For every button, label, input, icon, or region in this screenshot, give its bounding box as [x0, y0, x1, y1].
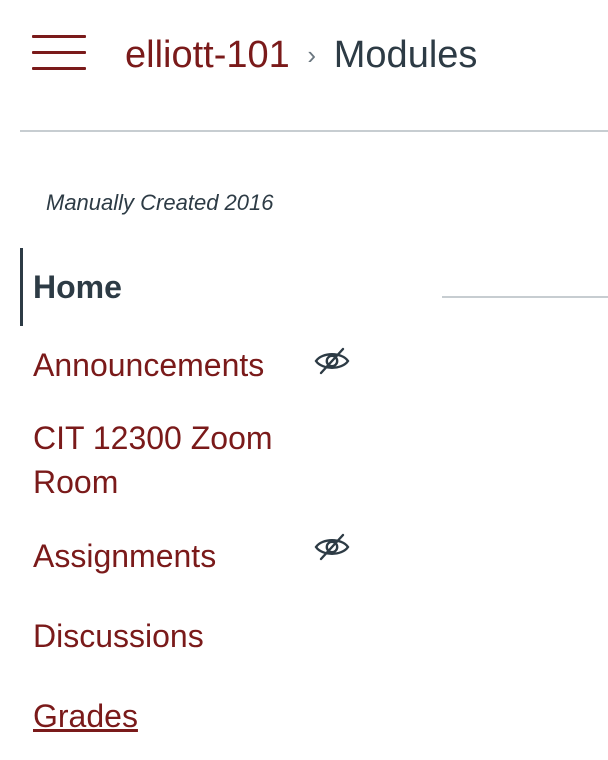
breadcrumb-course-link[interactable]: elliott-101 [125, 34, 290, 77]
nav-item-announcements[interactable]: Announcements [20, 326, 420, 404]
nav-item-label: Home [33, 269, 122, 305]
nav-item-label: Announcements [33, 347, 265, 383]
course-header: elliott-101 › Modules [0, 0, 608, 112]
nav-item-discussions[interactable]: Discussions [20, 596, 420, 676]
course-term: Manually Created 2016 [46, 190, 274, 215]
eye-slash-icon [314, 347, 350, 375]
hamburger-menu-icon[interactable] [32, 35, 86, 71]
nav-item-label: CIT 12300 Zoom Room [33, 420, 273, 500]
nav-item-label: Discussions [33, 618, 204, 654]
content-divider [442, 296, 608, 298]
nav-item-label: Grades [33, 698, 138, 734]
breadcrumb-current-page: Modules [333, 33, 478, 76]
breadcrumb: elliott-101 › Modules [125, 30, 477, 80]
header-divider [20, 130, 608, 132]
breadcrumb-separator-icon: › [307, 39, 317, 70]
nav-item-cit-12300-zoom-room[interactable]: CIT 12300 Zoom Room [20, 404, 333, 516]
nav-item-grades[interactable]: Grades [20, 676, 420, 756]
eye-slash-icon [314, 533, 350, 561]
nav-item-home[interactable]: Home [20, 248, 420, 326]
course-navigation: Home Announcements CIT 12300 Zoom Room A… [20, 248, 420, 756]
nav-item-label: Assignments [33, 538, 217, 574]
nav-item-assignments[interactable]: Assignments [20, 516, 420, 596]
